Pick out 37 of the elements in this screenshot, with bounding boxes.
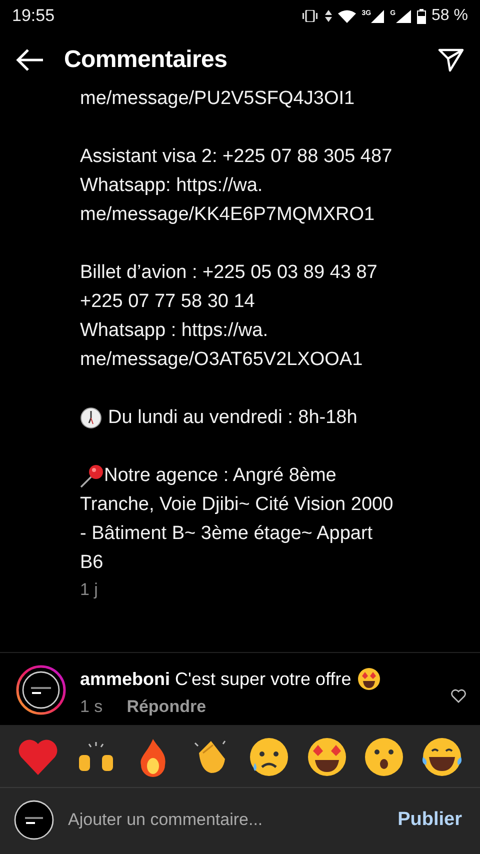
signal-icon: [371, 10, 384, 22]
clock-icon: [80, 406, 102, 428]
caption-line: Assistant visa 2: +225 07 88 305 487: [80, 145, 392, 169]
avatar-icon[interactable]: [14, 800, 54, 840]
signal-icon: [396, 10, 411, 22]
wifi-icon: [338, 10, 356, 22]
caption-line: me/message/KK4E6P7MQMXRO1: [80, 203, 375, 227]
caption-age: 1 j: [80, 580, 99, 600]
publish-button[interactable]: Publier: [398, 809, 462, 831]
caption-line: Whatsapp : https://wa.: [80, 319, 268, 343]
comment-text: ammeboni C'est super votre offre: [80, 668, 352, 690]
caption-line: Whatsapp: https://wa.: [80, 174, 263, 198]
data-arrows-icon: [324, 10, 332, 22]
avatar-icon[interactable]: [16, 665, 66, 715]
send-icon[interactable]: [438, 48, 464, 72]
caption-line: Du lundi au vendredi : 8h-18h: [108, 406, 358, 430]
reply-button[interactable]: Répondre: [126, 697, 206, 717]
caption-line: me/message/O3AT65V2LXOOA1: [80, 348, 363, 372]
comment-age: 1 s: [80, 697, 103, 717]
like-heart-icon[interactable]: [451, 689, 466, 703]
caption-line: +225 07 77 58 30 14: [80, 290, 255, 314]
caption-line: me/message/PU2V5SFQ4J3OI1: [80, 87, 355, 111]
caption-line: Notre agence : Angré 8ème: [104, 464, 336, 488]
pushpin-icon: [80, 464, 104, 488]
caption-line: - Bâtiment B~ 3ème étage~ Appart: [80, 522, 373, 546]
header-title: Commentaires: [64, 46, 228, 74]
caption-line: Billet d’avion : +225 05 03 89 43 87: [80, 261, 378, 285]
comment-input-field[interactable]: Ajouter un commentaire...: [68, 806, 384, 834]
vibrate-icon: [300, 10, 319, 22]
back-icon[interactable]: [16, 49, 44, 71]
laughing-face-icon[interactable]: [420, 735, 464, 779]
caption-line: B6: [80, 551, 104, 575]
caption-line: Tranche, Voie Djibi~ Cité Vision 2000: [80, 493, 394, 517]
status-time: 19:55: [12, 6, 55, 26]
heart-eyes-face-icon: [357, 667, 382, 691]
battery-percent: 58 %: [432, 7, 468, 25]
battery-icon: [416, 8, 426, 24]
